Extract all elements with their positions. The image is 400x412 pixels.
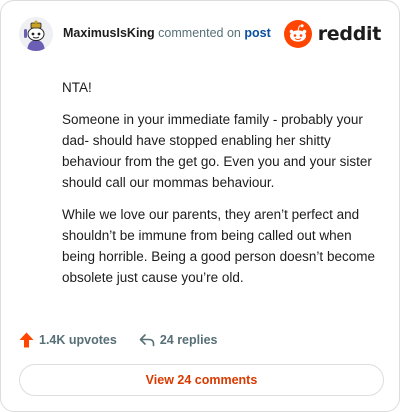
- upvote-arrow-icon: [19, 332, 34, 348]
- snoo-avatar-icon: [19, 17, 53, 51]
- comment-actions: 1.4K upvotes 24 replies: [19, 331, 218, 349]
- upvotes-count: 1.4K upvotes: [39, 333, 117, 347]
- comment-byline: MaximusIsKing commented on post: [63, 26, 271, 40]
- comment-body: NTA! Someone in your immediate family - …: [62, 77, 380, 299]
- reply-arrow-icon: [139, 334, 155, 347]
- username-link[interactable]: MaximusIsKing: [63, 26, 155, 40]
- user-avatar[interactable]: [19, 17, 53, 51]
- comment-paragraph: NTA!: [62, 80, 92, 95]
- comment-paragraph: Someone in your immediate family - proba…: [62, 112, 372, 190]
- upvote-button[interactable]: 1.4K upvotes: [19, 332, 117, 348]
- post-link[interactable]: post: [244, 26, 270, 40]
- view-comments-button[interactable]: View 24 comments: [19, 364, 384, 396]
- comment-embed-card: MaximusIsKing commented on post reddit N…: [0, 0, 400, 412]
- reddit-snoo-icon: [283, 20, 312, 48]
- comment-paragraph: While we love our parents, they aren’t p…: [62, 207, 375, 285]
- replies-button[interactable]: 24 replies: [139, 333, 218, 347]
- replies-count: 24 replies: [159, 333, 218, 347]
- reddit-wordmark: reddit: [317, 23, 382, 45]
- commented-on-text: commented on: [158, 26, 241, 40]
- reddit-logo[interactable]: reddit: [283, 20, 382, 48]
- comment-header: MaximusIsKing commented on post reddit: [19, 17, 383, 51]
